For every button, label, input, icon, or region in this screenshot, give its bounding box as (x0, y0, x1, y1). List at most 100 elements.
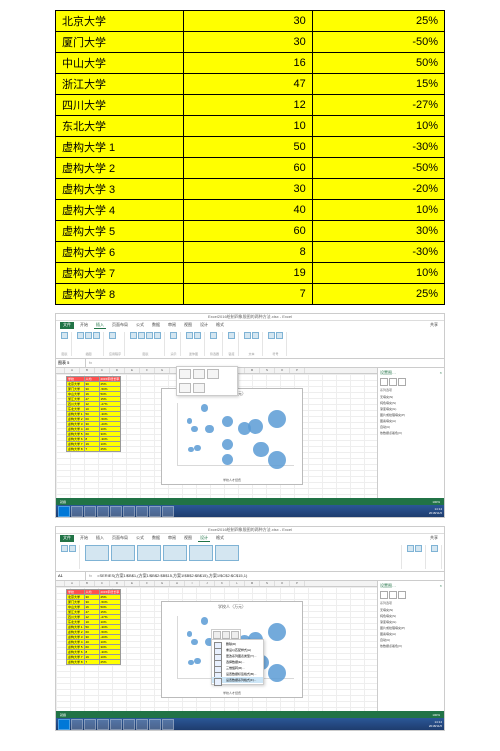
chart-style-icon[interactable] (189, 545, 213, 561)
taskbar-app[interactable] (123, 506, 135, 517)
pictures-icon[interactable] (77, 332, 84, 339)
bubble-point[interactable] (201, 404, 209, 412)
bubble-point[interactable] (268, 623, 286, 641)
taskbar-app[interactable] (162, 506, 174, 517)
close-icon[interactable]: × (440, 370, 442, 376)
link-icon[interactable] (228, 332, 235, 339)
tab-formulas[interactable]: 公式 (134, 535, 146, 542)
chart-style-icon[interactable] (85, 545, 109, 561)
taskbar-app[interactable] (110, 506, 122, 517)
bubble-point[interactable] (268, 664, 286, 682)
equation-icon[interactable] (268, 332, 275, 339)
tab-layout[interactable]: 页面布局 (110, 322, 130, 329)
taskbar-app[interactable] (149, 506, 161, 517)
change-type-icon[interactable] (431, 545, 438, 552)
tab-format[interactable]: 格式 (214, 322, 226, 329)
tab-view[interactable]: 视图 (182, 535, 194, 542)
bubble-point[interactable] (191, 426, 197, 432)
share-button[interactable]: 共享 (428, 535, 440, 542)
select-data-icon[interactable] (415, 545, 422, 552)
cell-grid[interactable]: ABCDEFGHIJKLMNOP 学校人均2015年增长率北京大学3025%厦门… (56, 581, 377, 711)
tab-view[interactable]: 视图 (182, 322, 194, 329)
bubble-point[interactable] (205, 425, 213, 433)
bubble-point[interactable] (194, 445, 201, 452)
fill-icon[interactable] (213, 631, 221, 639)
scatter-lines-icon[interactable] (207, 369, 219, 379)
bubble-point[interactable] (238, 422, 251, 435)
zoom-level[interactable]: 100% (432, 500, 440, 504)
symbol-icon[interactable] (276, 332, 283, 339)
sparkline-icon[interactable] (186, 332, 193, 339)
chart-style-icon[interactable] (111, 545, 135, 561)
chart-scatter-icon[interactable] (154, 332, 161, 339)
share-button[interactable]: 共享 (428, 322, 440, 329)
bubble-point[interactable] (191, 639, 197, 645)
bubble-point[interactable] (201, 617, 209, 625)
taskbar-app[interactable] (110, 719, 122, 730)
pivottable-icon[interactable] (61, 332, 68, 339)
bubble-point[interactable] (268, 451, 286, 469)
taskbar-app[interactable] (71, 719, 83, 730)
taskbar-app[interactable] (97, 506, 109, 517)
close-icon[interactable]: × (440, 583, 442, 589)
slicer-icon[interactable] (210, 332, 217, 339)
shapes-icon[interactable] (85, 332, 92, 339)
taskbar-app[interactable] (84, 719, 96, 730)
start-button[interactable] (58, 506, 70, 517)
tab-insert[interactable]: 插入 (94, 322, 106, 329)
tab-design[interactable]: 设计 (198, 322, 210, 329)
tab-review[interactable]: 审阅 (166, 322, 178, 329)
quick-layout-icon[interactable] (69, 545, 76, 552)
tab-review[interactable]: 审阅 (166, 535, 178, 542)
add-element-icon[interactable] (61, 545, 68, 552)
effects-tab-icon[interactable] (389, 591, 397, 599)
name-box[interactable]: A1 (56, 572, 86, 580)
tab-formulas[interactable]: 公式 (134, 322, 146, 329)
bubble-point[interactable] (194, 658, 201, 665)
tab-file[interactable]: 文件 (60, 535, 74, 542)
taskbar-app[interactable] (149, 719, 161, 730)
tab-format[interactable]: 格式 (214, 535, 226, 542)
tab-file[interactable]: 文件 (60, 322, 74, 329)
chart-pie-icon[interactable] (146, 332, 153, 339)
tab-data[interactable]: 数据 (150, 322, 162, 329)
chart-line-icon[interactable] (138, 332, 145, 339)
taskbar-app[interactable] (136, 506, 148, 517)
bubble-point[interactable] (188, 660, 194, 666)
sparkline2-icon[interactable] (194, 332, 201, 339)
tab-start[interactable]: 开始 (78, 535, 90, 542)
effects-tab-icon[interactable] (389, 378, 397, 386)
zoom-level[interactable]: 100% (432, 713, 440, 717)
header-icon[interactable] (252, 332, 259, 339)
fill-tab-icon[interactable] (380, 378, 388, 386)
bubble-point[interactable] (222, 454, 233, 465)
tab-insert[interactable]: 插入 (94, 535, 106, 542)
name-box[interactable]: 图表 5 (56, 359, 86, 367)
bubble-point[interactable] (268, 410, 286, 428)
map-icon[interactable] (170, 332, 177, 339)
addins-icon[interactable] (109, 332, 116, 339)
bubble-point[interactable] (187, 631, 193, 637)
taskbar-app[interactable] (97, 719, 109, 730)
bubble-point[interactable] (222, 416, 233, 427)
taskbar-app[interactable] (123, 719, 135, 730)
bubble-point[interactable] (187, 418, 193, 424)
tab-start[interactable]: 开始 (78, 322, 90, 329)
chart-bar-icon[interactable] (130, 332, 137, 339)
taskbar-app[interactable] (162, 719, 174, 730)
system-clock[interactable]: 14:142018/11/6 (429, 720, 442, 728)
switch-rowcol-icon[interactable] (407, 545, 414, 552)
bubble-point[interactable] (222, 439, 233, 450)
fill-tab-icon[interactable] (380, 591, 388, 599)
scatter-option-icon[interactable] (179, 369, 191, 379)
ctx-format-series[interactable]: 设置数据系列格式(F)... (212, 677, 263, 683)
embedded-bubble-chart[interactable]: 学校人（万元） 学校人才经费 (161, 388, 303, 485)
bubble-point[interactable] (188, 447, 194, 453)
smartart-icon[interactable] (93, 332, 100, 339)
taskbar-app[interactable] (71, 506, 83, 517)
size-tab-icon[interactable] (398, 378, 406, 386)
chart-style-icon[interactable] (215, 545, 239, 561)
cell-grid[interactable]: ABCDEFGHIJKLMNOP 学校人均2015年增长率北京大学3025%厦门… (56, 368, 377, 498)
taskbar-app[interactable] (136, 719, 148, 730)
tab-design[interactable]: 设计 (198, 535, 210, 542)
